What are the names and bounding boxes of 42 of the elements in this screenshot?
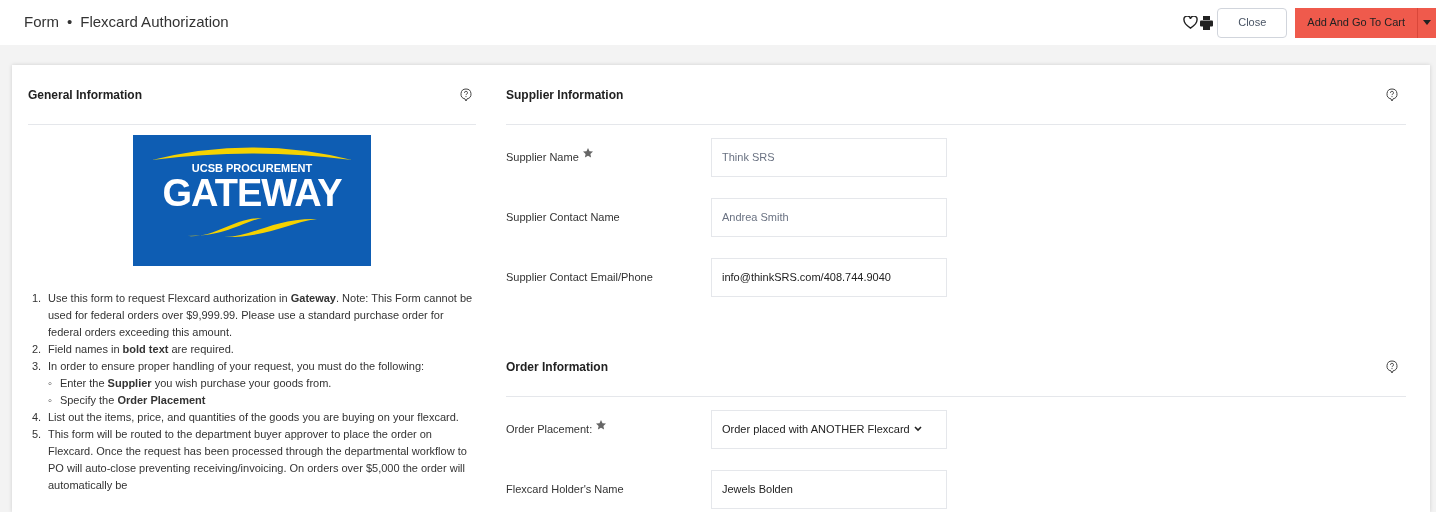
list-number: 1. — [32, 291, 43, 306]
section-title: General Information — [28, 87, 143, 104]
heart-icon[interactable] — [1183, 16, 1199, 29]
field-label: Order Placement: — [506, 421, 593, 437]
text-field[interactable]: Andrea Smith — [711, 197, 947, 237]
text-field[interactable]: info@thinkSRS.com/408.744.9040 — [711, 257, 947, 297]
close-button[interactable]: Close — [1217, 7, 1288, 38]
instruction-text: Enter the Supplier you wish purchase your goods from. — [59, 376, 332, 391]
help-icon[interactable] — [1386, 360, 1398, 374]
bullet-marker: ◦ — [48, 376, 52, 391]
instruction-text: This form will be routed to the department buyer approver to place the order on Flexcard. Once the request has been processed through the departmental workflow to PO will auto-close preventing receiving/invoicing. On orders over $5,000 the order will automatically be — [48, 427, 468, 493]
field-label: Flexcard Holder's Name — [506, 481, 624, 497]
printer-icon[interactable] — [1200, 15, 1214, 30]
list-number: 4. — [32, 410, 43, 425]
section-title: Order Information — [506, 359, 608, 376]
list-number: 5. — [32, 427, 43, 442]
caret-down-icon — [1423, 20, 1431, 25]
text-field[interactable]: Jewels Bolden — [711, 469, 947, 509]
breadcrumb-separator: • — [67, 12, 73, 33]
instruction-text: Specify the Order Placement — [59, 393, 206, 408]
instruction-text: In order to ensure proper handling of your request, you must do the following: — [48, 359, 425, 374]
instruction-text: Field names in bold text are required. — [48, 342, 234, 357]
page-title: Form — [24, 12, 59, 33]
field-label: Supplier Name — [506, 149, 579, 165]
section-title: Supplier Information — [506, 87, 624, 104]
chevron-down-icon — [913, 426, 922, 432]
text-field[interactable]: Think SRS — [711, 137, 947, 177]
dropdown-field[interactable]: Order placed with ANOTHER Flexcard — [711, 409, 947, 449]
field-label: Supplier Contact Name — [506, 209, 620, 225]
logo-subtitle: UCSB PROCUREMENT — [191, 163, 313, 174]
dropdown-toggle-button[interactable] — [1418, 7, 1436, 38]
help-icon[interactable] — [1386, 88, 1398, 102]
logo-title: GATEWAY — [162, 174, 342, 212]
instruction-text: Use this form to request Flexcard authorization in Gateway. Note: This Form cannot be used for federal orders over $9,999.99. Please use a standard purchase order for federal orders exceeding this amount. — [48, 291, 474, 340]
page-title: Flexcard Authorization — [80, 12, 229, 33]
list-number: 2. — [32, 342, 43, 357]
list-number: 3. — [32, 359, 43, 374]
field-label: Supplier Contact Email/Phone — [506, 269, 653, 285]
bullet-marker: ◦ — [48, 393, 52, 408]
help-icon[interactable] — [460, 88, 472, 102]
instruction-text: List out the items, price, and quantities of the goods you are buying on your flexcard. — [48, 410, 459, 425]
add-to-cart-button[interactable]: Add And Go To Cart — [1295, 7, 1418, 38]
